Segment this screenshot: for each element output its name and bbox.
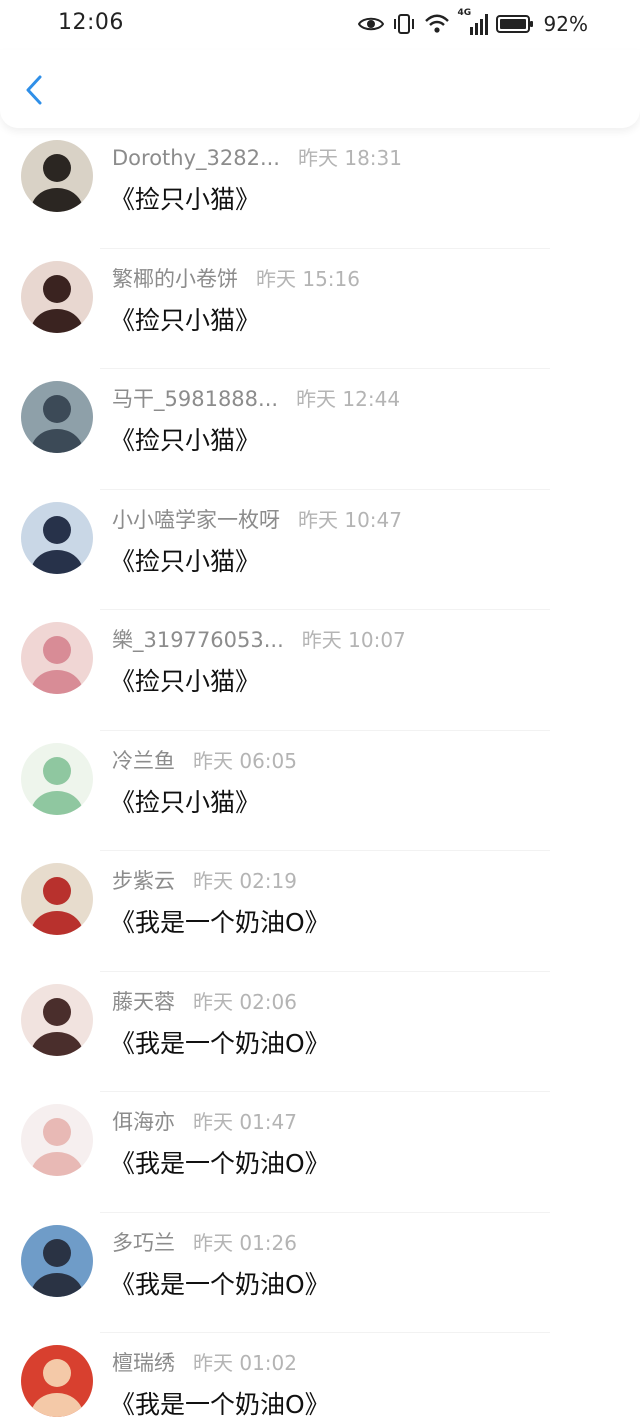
username[interactable]: 冷兰鱼 [112, 745, 175, 775]
avatar[interactable] [21, 1104, 93, 1176]
timestamp: 昨天 12:44 [296, 387, 401, 411]
comment-text[interactable]: 《我是一个奶油O》 [110, 1144, 330, 1180]
list-item[interactable]: 佴海亦 昨天 01:47 《我是一个奶油O》 [0, 1092, 640, 1213]
list-item[interactable]: 多巧兰 昨天 01:26 《我是一个奶油O》 [0, 1213, 640, 1333]
avatar[interactable] [21, 1224, 93, 1297]
avatar[interactable] [21, 863, 93, 935]
comment-list[interactable]: Dorothy_3282... 昨天 18:31 《捡只小猫》 繁椰的小卷饼 昨天 15… [0, 128, 640, 1423]
timestamp: 昨天 10:07 [301, 628, 406, 652]
vibrate-icon [392, 13, 416, 35]
status-icons: 4G 92% [357, 8, 588, 39]
comment-meta: 步紫云 昨天 02:19 [112, 865, 297, 895]
username[interactable]: 樂_319776053... [112, 624, 284, 654]
wifi-icon [424, 13, 450, 35]
timestamp: 昨天 01:02 [193, 1351, 297, 1375]
comment-text[interactable]: 《我是一个奶油O》 [110, 903, 330, 939]
comment-meta: 冷兰鱼 昨天 06:05 [112, 745, 297, 775]
status-bar: 12:06 4G 92% [0, 0, 640, 50]
timestamp: 昨天 02:19 [193, 869, 297, 893]
comment-text[interactable]: 《我是一个奶油O》 [110, 1024, 330, 1060]
comment-text[interactable]: 《捡只小猫》 [110, 301, 260, 337]
list-item[interactable]: 繁椰的小卷饼 昨天 15:16 《捡只小猫》 [0, 249, 640, 369]
avatar[interactable] [21, 260, 93, 333]
list-item[interactable]: 马干_5981888... 昨天 12:44 《捡只小猫》 [0, 369, 640, 490]
username[interactable]: 檀瑞绣 [112, 1347, 175, 1377]
nav-header [0, 50, 640, 128]
avatar[interactable] [21, 140, 93, 212]
timestamp: 昨天 01:26 [193, 1230, 297, 1255]
username[interactable]: 繁椰的小卷饼 [112, 263, 238, 293]
comment-meta: 藤天蓉 昨天 02:06 [112, 986, 297, 1016]
timestamp: 昨天 01:47 [193, 1110, 297, 1134]
username[interactable]: 小小嗑学家一枚呀 [112, 504, 280, 534]
battery-percent: 92% [543, 12, 588, 36]
avatar[interactable] [21, 1345, 93, 1417]
comment-meta: 樂_319776053... 昨天 10:07 [112, 624, 406, 654]
comment-meta: 马干_5981888... 昨天 12:44 [112, 383, 400, 413]
comment-text[interactable]: 《捡只小猫》 [110, 662, 260, 698]
comment-text[interactable]: 《捡只小猫》 [110, 783, 260, 819]
avatar[interactable] [21, 983, 93, 1056]
comment-meta: 小小嗑学家一枚呀 昨天 10:47 [112, 504, 402, 534]
status-time: 12:06 [58, 10, 124, 35]
battery-icon [495, 14, 534, 34]
username[interactable]: 步紫云 [112, 865, 175, 895]
avatar[interactable] [21, 381, 93, 453]
username[interactable]: 马干_5981888... [112, 383, 278, 413]
comment-meta: 檀瑞绣 昨天 01:02 [112, 1347, 297, 1377]
comment-text[interactable]: 《我是一个奶油O》 [110, 1265, 330, 1301]
timestamp: 昨天 15:16 [256, 266, 360, 291]
list-item[interactable]: 檀瑞绣 昨天 01:02 《我是一个奶油O》 [0, 1333, 640, 1423]
username[interactable]: 多巧兰 [112, 1227, 175, 1257]
list-item[interactable]: 小小嗑学家一枚呀 昨天 10:47 《捡只小猫》 [0, 490, 640, 610]
timestamp: 昨天 10:47 [298, 507, 402, 532]
avatar[interactable] [21, 622, 93, 694]
comment-meta: 繁椰的小卷饼 昨天 15:16 [112, 263, 360, 293]
network-type: 4G [457, 8, 472, 18]
signal-icon: 4G [457, 8, 488, 37]
list-item[interactable]: 冷兰鱼 昨天 06:05 《捡只小猫》 [0, 731, 640, 851]
list-item[interactable]: 步紫云 昨天 02:19 《我是一个奶油O》 [0, 851, 640, 972]
username[interactable]: 佴海亦 [112, 1106, 175, 1136]
avatar[interactable] [21, 501, 93, 574]
list-item[interactable]: 樂_319776053... 昨天 10:07 《捡只小猫》 [0, 610, 640, 731]
list-item[interactable]: Dorothy_3282... 昨天 18:31 《捡只小猫》 [0, 128, 640, 249]
back-button[interactable] [14, 70, 54, 110]
comment-text[interactable]: 《捡只小猫》 [110, 180, 260, 216]
username[interactable]: 藤天蓉 [112, 986, 175, 1016]
comment-meta: 佴海亦 昨天 01:47 [112, 1106, 297, 1136]
timestamp: 昨天 18:31 [297, 146, 402, 170]
list-item[interactable]: 藤天蓉 昨天 02:06 《我是一个奶油O》 [0, 972, 640, 1092]
username[interactable]: Dorothy_3282... [112, 146, 280, 170]
comment-meta: 多巧兰 昨天 01:26 [112, 1227, 297, 1257]
chevron-left-icon [26, 75, 42, 105]
comment-text[interactable]: 《我是一个奶油O》 [110, 1385, 330, 1421]
timestamp: 昨天 02:06 [193, 989, 297, 1014]
comment-text[interactable]: 《捡只小猫》 [110, 542, 260, 578]
timestamp: 昨天 06:05 [193, 748, 297, 773]
comment-meta: Dorothy_3282... 昨天 18:31 [112, 142, 402, 172]
eye-icon [357, 15, 384, 33]
avatar[interactable] [21, 742, 93, 815]
comment-text[interactable]: 《捡只小猫》 [110, 421, 260, 457]
